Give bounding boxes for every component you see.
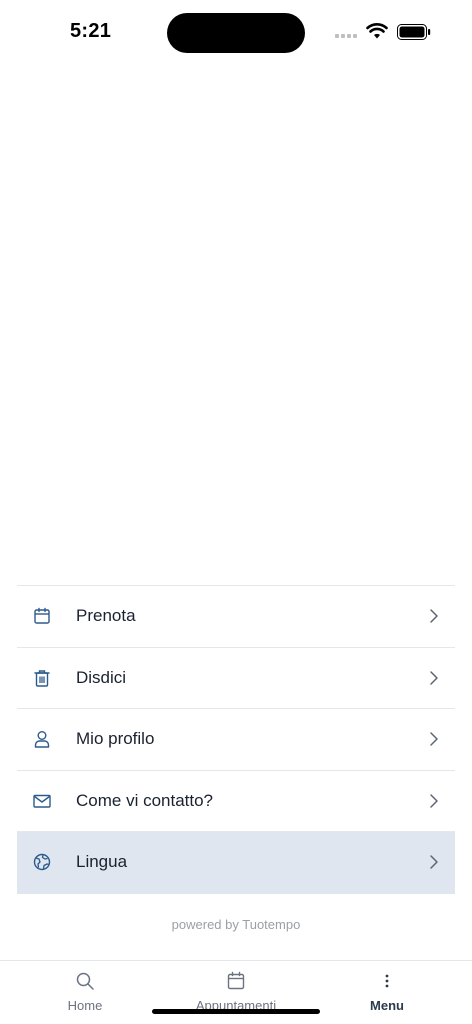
trash-icon [34, 670, 50, 687]
chevron-right-icon [430, 609, 438, 623]
chevron-right-icon [430, 732, 438, 746]
battery-icon [397, 24, 431, 40]
tab-appuntamenti[interactable]: Appuntamenti [176, 961, 296, 1024]
more-vertical-icon [385, 974, 389, 988]
tab-label: Home [67, 998, 103, 1013]
chevron-right-icon [430, 794, 438, 808]
powered-by-text[interactable]: powered by Tuotempo [0, 917, 472, 932]
tab-label: Menu [370, 998, 404, 1013]
menu-item-contatto[interactable]: Come vi contatto? [17, 771, 455, 832]
search-icon [76, 972, 94, 990]
status-time: 5:21 [70, 20, 112, 42]
menu-list: Prenota Disdici Mio profilo Come vi cont… [17, 585, 455, 894]
cellular-signal-icon [335, 34, 357, 38]
menu-item-prenota[interactable]: Prenota [17, 586, 455, 648]
mail-icon [33, 794, 51, 808]
menu-item-lingua[interactable]: Lingua [17, 832, 455, 894]
user-icon [34, 731, 50, 748]
chevron-right-icon [430, 855, 438, 869]
wifi-icon [366, 23, 388, 39]
tab-menu[interactable]: Menu [327, 961, 447, 1024]
home-indicator[interactable] [152, 1009, 320, 1014]
bottom-tab-bar: Home Appuntamenti Menu [0, 960, 472, 1024]
chevron-right-icon [430, 671, 438, 685]
calendar-icon [227, 971, 245, 990]
menu-item-mio-profilo[interactable]: Mio profilo [17, 709, 455, 771]
globe-icon [33, 854, 51, 871]
calendar-icon [34, 608, 50, 624]
menu-item-label: Mio profilo [76, 729, 155, 749]
tab-home[interactable]: Home [25, 961, 145, 1024]
dynamic-island [167, 13, 305, 53]
status-bar: 5:21 [0, 0, 472, 64]
menu-item-label: Come vi contatto? [76, 790, 214, 810]
menu-item-label: Lingua [76, 852, 128, 872]
menu-item-label: Disdici [76, 667, 127, 687]
menu-item-label: Prenota [76, 606, 136, 626]
menu-item-disdici[interactable]: Disdici [17, 648, 455, 709]
